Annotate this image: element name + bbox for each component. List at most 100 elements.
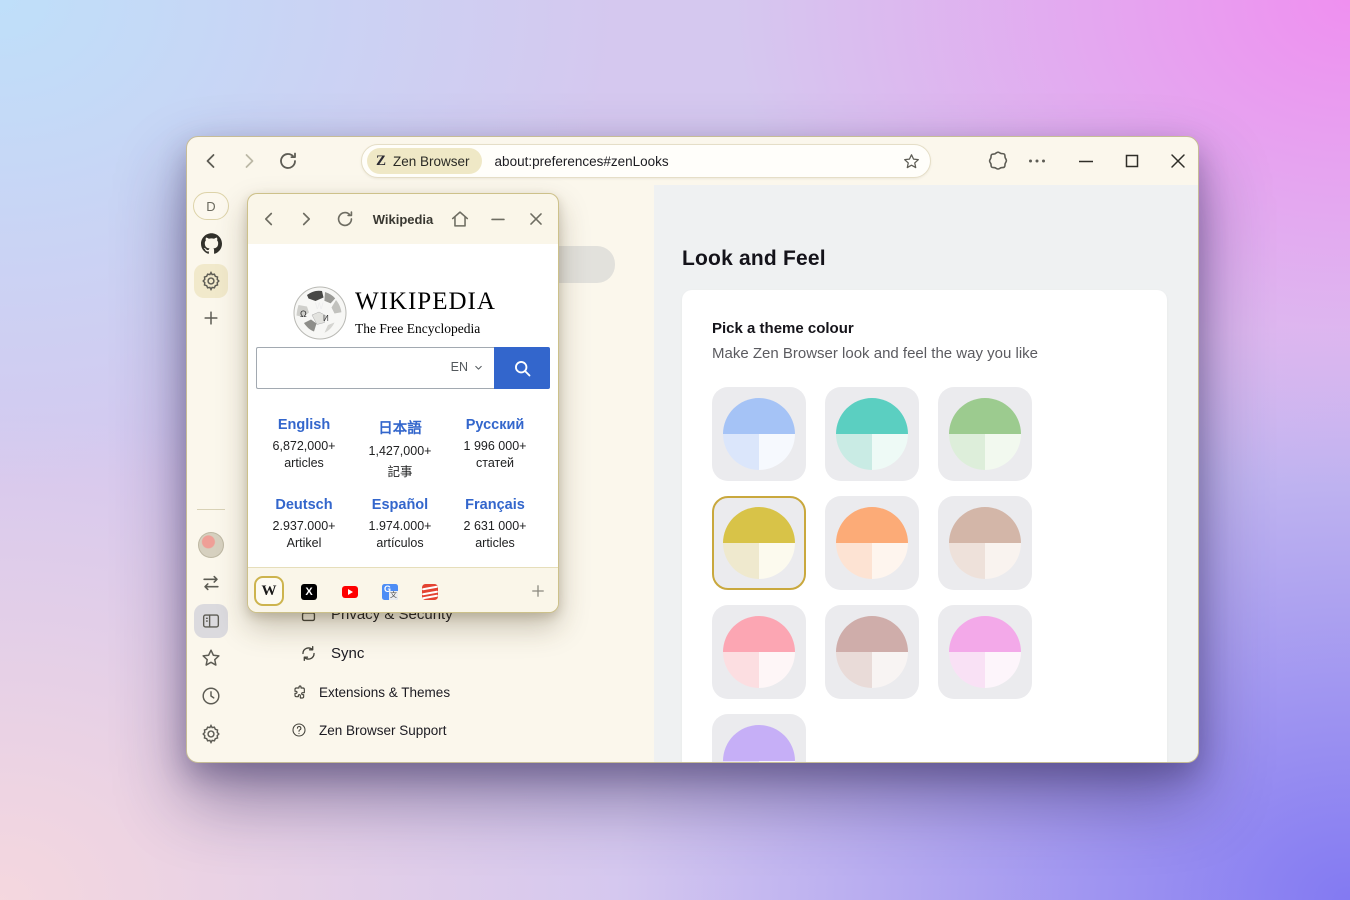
github-tab-icon[interactable] [201,233,222,254]
wikipedia-language-selector[interactable]: EN [451,360,484,374]
theme-swatch-pink[interactable] [712,605,806,699]
theme-swatch-orange[interactable] [825,496,919,590]
wikipedia-language-6: Français2 631 000+articles [447,497,543,550]
play-triangle [348,589,353,595]
language-link[interactable]: 日本語 [352,417,448,438]
settings-nav-label: Sync [331,645,364,662]
minimize-button[interactable] [1074,149,1098,173]
back-button[interactable] [199,149,223,173]
language-article-unit: 記事 [352,461,448,480]
theme-swatch-mauve[interactable] [825,605,919,699]
zen-flower-icon[interactable] [986,149,1010,173]
language-article-count: 1 996 000+ [447,439,543,453]
sync-icon [299,644,318,663]
wikipedia-language-2: 日本語 1,427,000+ 記事 [352,417,448,480]
theme-colour-circle [723,507,795,579]
theme-swatch-purple[interactable] [712,714,806,763]
wikipedia-language-1: English6,872,000+articles [256,417,352,470]
page-title: Look and Feel [682,247,826,271]
language-link[interactable]: Deutsch [256,497,352,513]
close-button[interactable] [1166,149,1190,173]
youtube-favicon[interactable] [342,586,358,598]
language-article-unit: статей [447,456,543,470]
theme-swatch-green[interactable] [938,387,1032,481]
wikipedia-language-4: Deutsch2.937.000+Artikel [256,497,352,550]
theme-card-heading: Pick a theme colour [712,320,854,337]
theme-card-subheading: Make Zen Browser look and feel the way y… [712,345,1038,362]
sidebar-panel-icon[interactable] [200,610,222,632]
settings-nav-item-zen-browser-support[interactable]: Zen Browser Support [291,722,447,738]
wikipedia-search-input[interactable]: EN [256,347,494,389]
language-link[interactable]: Русский [447,417,543,433]
language-article-unit: artículos [352,536,448,550]
menu-dots-icon[interactable] [1025,149,1049,173]
bookmarks-star-icon[interactable] [200,647,222,669]
language-link[interactable]: Français [447,497,543,513]
theme-colour-circle [836,616,908,688]
history-clock-icon[interactable] [200,685,222,707]
wikipedia-favicon[interactable]: W [254,576,284,606]
forward-button[interactable] [237,149,261,173]
popup-minimize-button[interactable] [487,208,509,230]
svg-text:W: W [315,301,324,311]
workspace-badge[interactable]: D [193,192,229,220]
theme-swatch-blue[interactable] [712,387,806,481]
settings-content-panel: Look and Feel Pick a theme colour Make Z… [654,185,1198,762]
language-article-count: 1,427,000+ [352,444,448,458]
reload-button[interactable] [276,149,300,173]
address-bar[interactable]: Z Zen Browser about:preferences#zenLooks [361,144,931,178]
language-link[interactable]: Español [352,497,448,513]
theme-colour-circle [723,398,795,470]
swap-arrows-icon[interactable] [200,572,222,594]
popup-title: Wikipedia [358,212,448,227]
theme-swatch-magenta[interactable] [938,605,1032,699]
settings-nav-item-sync[interactable]: Sync [299,644,364,663]
language-article-count: 6,872,000+ [256,439,352,453]
settings-nav-label: Zen Browser Support [319,723,447,738]
add-site-plus-icon[interactable] [529,582,547,600]
theme-colour-circle [836,398,908,470]
wikipedia-wordmark: WIKIPEDIA [355,288,496,316]
rail-divider [197,509,225,510]
google-translate-favicon[interactable]: G文 [382,584,398,600]
site-identity-label: Zen Browser [393,154,470,169]
language-link[interactable]: English [256,417,352,433]
wikipedia-language-3: Русский 1 996 000+ статей [447,417,543,470]
popup-close-button[interactable] [525,208,547,230]
language-code: EN [451,360,468,374]
theme-swatch-teal[interactable] [825,387,919,481]
maximize-button[interactable] [1120,149,1144,173]
chevron-down-icon [473,362,484,373]
question-icon [291,722,307,738]
bookmark-star-icon[interactable] [902,152,921,171]
popup-forward-button[interactable] [295,208,317,230]
popup-reload-button[interactable] [334,208,356,230]
theme-colour-circle [836,507,908,579]
theme-colour-circle [723,616,795,688]
popup-back-button[interactable] [258,208,280,230]
language-article-count: 2 631 000+ [447,519,543,533]
popup-home-button[interactable] [449,208,471,230]
site-identity-badge[interactable]: Z Zen Browser [367,148,482,174]
wikipedia-search-button[interactable] [494,347,550,389]
desktop-background: Z Zen Browser about:preferences#zenLooks… [0,0,1350,900]
theme-colour-circle [949,398,1021,470]
todoist-favicon[interactable] [422,584,438,600]
settings-nav-item-extensions-themes[interactable]: Extensions & Themes [291,684,450,700]
language-article-unit: Artikel [256,536,352,550]
avatar[interactable] [198,532,224,558]
theme-swatch-tan[interactable] [938,496,1032,590]
x-favicon[interactable]: X [301,584,317,600]
svg-text:Ω: Ω [300,309,307,319]
theme-swatch-yellow[interactable] [712,496,806,590]
search-icon [512,358,533,379]
theme-swatch-grid [712,387,1032,763]
settings-gear-icon[interactable] [200,723,222,745]
theme-colour-circle [949,507,1021,579]
settings-nav-label: Extensions & Themes [319,685,450,700]
translate-char-glyph: 文 [389,591,398,600]
wikipedia-language-5: Español1.974.000+artículos [352,497,448,550]
theme-colour-circle [723,725,795,763]
new-tab-plus-icon[interactable] [201,308,221,328]
settings-tab-gear-icon[interactable] [200,270,222,292]
